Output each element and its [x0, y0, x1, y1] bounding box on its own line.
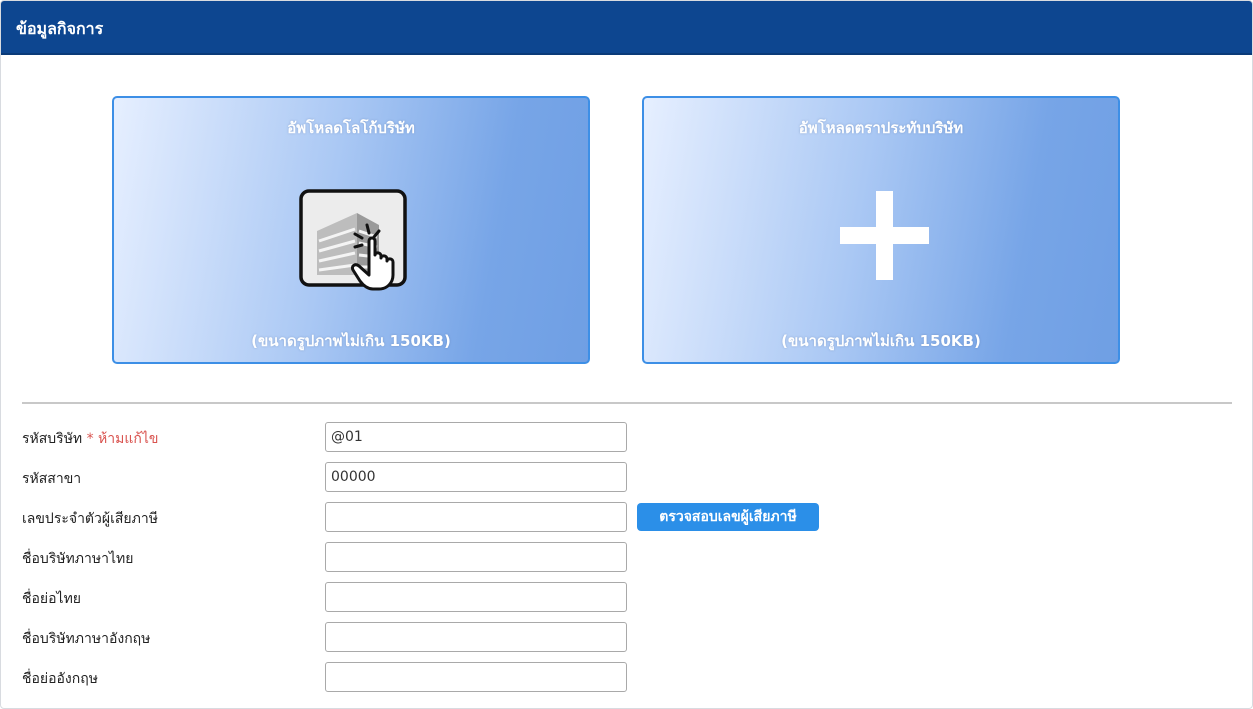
verify-tax-id-button[interactable]: ตรวจสอบเลขผู้เสียภาษี: [637, 503, 819, 531]
panel-header: ข้อมูลกิจการ: [1, 1, 1252, 55]
company-code-label-text: รหัสบริษัท: [22, 431, 83, 447]
short-name-en-input[interactable]: [325, 662, 627, 692]
short-name-en-row: ชื่อย่ออังกฤษ: [1, 662, 1252, 692]
short-name-th-input[interactable]: [325, 582, 627, 612]
company-name-en-input[interactable]: [325, 622, 627, 652]
seal-upload-title: อัพโหลดตราประทับบริษัท: [798, 119, 964, 137]
company-name-en-label: ชื่อบริษัทภาษาอังกฤษ: [22, 631, 151, 647]
logo-upload-card[interactable]: อัพโหลดโลโก้บริษัท (ขนาดรูปภาพไม่เกิน 15…: [112, 96, 590, 364]
company-name-th-input[interactable]: [325, 542, 627, 572]
short-name-th-label: ชื่อย่อไทย: [22, 591, 81, 607]
company-name-en-row: ชื่อบริษัทภาษาอังกฤษ: [1, 622, 1252, 652]
branch-code-row: รหัสสาขา: [1, 462, 1252, 492]
company-name-th-label: ชื่อบริษัทภาษาไทย: [22, 551, 134, 567]
company-code-row: รหัสบริษัท * ห้ามแก้ไข: [1, 422, 1252, 452]
company-code-input[interactable]: [325, 422, 627, 452]
seal-size-note: (ขนาดรูปภาพไม่เกิน 150KB): [781, 332, 981, 350]
logo-upload-title: อัพโหลดโลโก้บริษัท: [287, 119, 415, 137]
business-info-panel: ข้อมูลกิจการ อัพโหลดโลโก้บริษัท (ขนาดรูป…: [0, 0, 1253, 709]
seal-upload-card[interactable]: อัพโหลดตราประทับบริษัท (ขนาดรูปภาพไม่เกิ…: [642, 96, 1120, 364]
company-name-th-row: ชื่อบริษัทภาษาไทย: [1, 542, 1252, 572]
logo-size-note: (ขนาดรูปภาพไม่เกิน 150KB): [251, 332, 451, 350]
branch-code-label: รหัสสาขา: [22, 471, 82, 487]
short-name-th-row: ชื่อย่อไทย: [1, 582, 1252, 612]
tax-id-row: เลขประจำตัวผู้เสียภาษี ตรวจสอบเลขผู้เสีย…: [1, 502, 1252, 532]
page-title: ข้อมูลกิจการ: [16, 19, 104, 38]
tax-id-input[interactable]: [325, 502, 627, 532]
short-name-en-label: ชื่อย่ออังกฤษ: [22, 671, 98, 687]
section-divider: [22, 402, 1232, 404]
required-note: * ห้ามแก้ไข: [86, 431, 159, 447]
building-click-icon: [299, 189, 407, 291]
company-code-label: รหัสบริษัท * ห้ามแก้ไข: [22, 428, 159, 450]
tax-id-label: เลขประจำตัวผู้เสียภาษี: [22, 511, 158, 527]
branch-code-input[interactable]: [325, 462, 627, 492]
plus-icon: [840, 191, 929, 280]
